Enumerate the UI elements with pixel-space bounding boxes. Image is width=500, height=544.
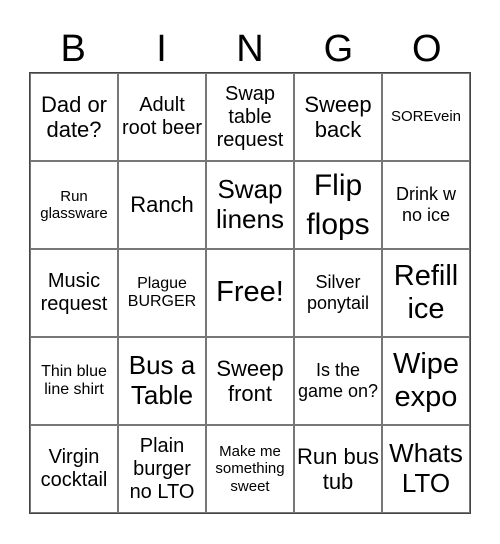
bingo-cell[interactable]: Ranch [118,161,206,249]
bingo-cell[interactable]: Refill ice [382,249,470,337]
bingo-cell[interactable]: Swap table request [206,73,294,161]
bingo-cell[interactable]: Flip flops [294,161,382,249]
header-letter-b: B [60,28,86,70]
bingo-grid: Dad or date? Adult root beer Swap table … [29,72,471,514]
header-letter-o: O [411,28,442,70]
bingo-cell[interactable]: SOREvein [382,73,470,161]
bingo-cell-free[interactable]: Free! [206,249,294,337]
bingo-cell[interactable]: Make me something sweet [206,425,294,513]
bingo-cell[interactable]: Silver ponytail [294,249,382,337]
header-letter-g: G [323,28,354,70]
header-letter-i: I [156,28,167,70]
bingo-header: B I N G O [29,26,471,72]
bingo-cell[interactable]: Plain burger no LTO [118,425,206,513]
bingo-cell[interactable]: Music request [30,249,118,337]
bingo-cell[interactable]: Plague BURGER [118,249,206,337]
bingo-cell[interactable]: Is the game on? [294,337,382,425]
bingo-cell[interactable]: Adult root beer [118,73,206,161]
header-letter-n: N [236,28,264,70]
bingo-cell[interactable]: Whats LTO [382,425,470,513]
bingo-cell[interactable]: Sweep back [294,73,382,161]
bingo-cell[interactable]: Bus a Table [118,337,206,425]
bingo-cell[interactable]: Wipe expo [382,337,470,425]
bingo-cell[interactable]: Virgin cocktail [30,425,118,513]
bingo-cell[interactable]: Dad or date? [30,73,118,161]
bingo-cell[interactable]: Drink w no ice [382,161,470,249]
bingo-cell[interactable]: Swap linens [206,161,294,249]
bingo-cell[interactable]: Run bus tub [294,425,382,513]
bingo-cell[interactable]: Sweep front [206,337,294,425]
bingo-cell[interactable]: Thin blue line shirt [30,337,118,425]
bingo-cell[interactable]: Run glassware [30,161,118,249]
